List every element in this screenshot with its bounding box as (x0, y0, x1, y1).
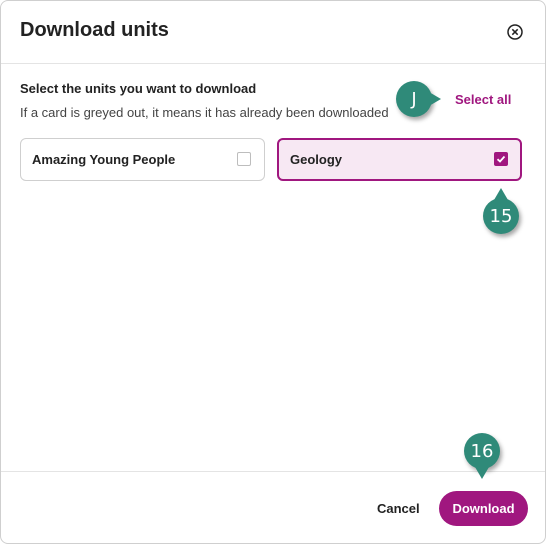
annotation-marker-16: 16 (464, 433, 500, 479)
unit-card-label: Amazing Young People (32, 152, 176, 167)
cancel-button[interactable]: Cancel (377, 501, 420, 516)
select-all-link[interactable]: Select all (455, 92, 511, 107)
annotation-marker-15: 15 (483, 188, 519, 234)
marker-label: 16 (470, 440, 494, 462)
greyed-out-hint: If a card is greyed out, it means it has… (20, 105, 389, 120)
dialog-body: Select the units you want to download If… (1, 64, 545, 470)
unit-card-label: Geology (290, 152, 343, 167)
download-units-dialog: Download units Select the units you want… (0, 0, 546, 544)
unit-card-geology[interactable]: Geology (277, 138, 522, 181)
dialog-header: Download units (1, 1, 545, 64)
unit-checkbox[interactable] (237, 152, 251, 166)
annotation-marker-j: J (396, 81, 441, 117)
unit-card-amazing-young-people[interactable]: Amazing Young People (20, 138, 265, 181)
marker-label: J (411, 88, 417, 110)
checkmark-icon (496, 155, 506, 163)
unit-checkbox-checked[interactable] (494, 152, 508, 166)
dialog-footer: Cancel Download (1, 471, 545, 543)
close-circle-icon (507, 24, 523, 40)
dialog-title: Download units (20, 19, 169, 41)
select-units-prompt: Select the units you want to download (20, 81, 257, 96)
marker-label: 15 (489, 205, 513, 227)
close-button[interactable] (506, 23, 524, 41)
download-button[interactable]: Download (439, 491, 528, 526)
